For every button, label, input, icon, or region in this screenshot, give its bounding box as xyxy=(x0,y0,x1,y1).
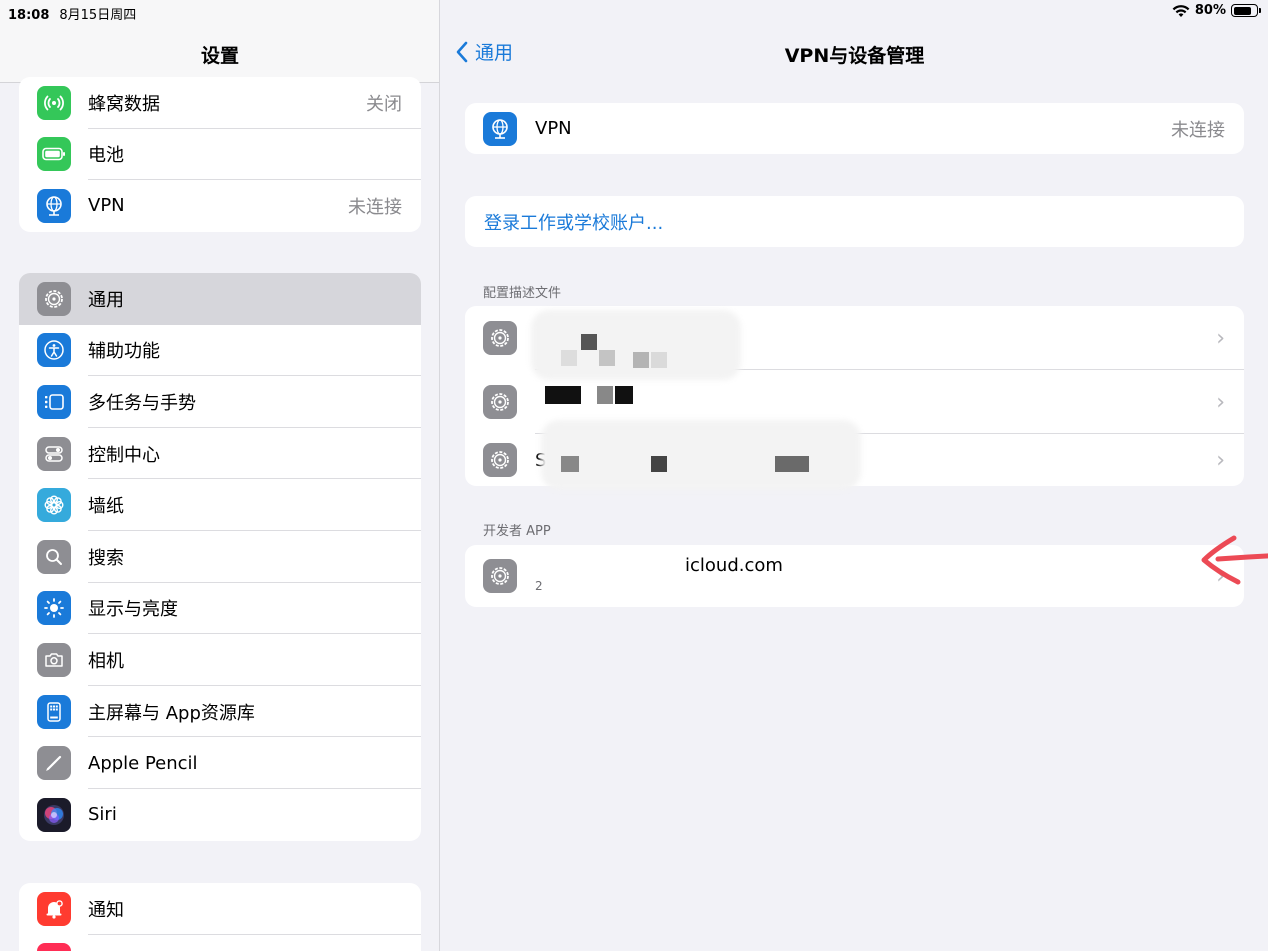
sidebar-item-value: 未连接 xyxy=(348,196,402,218)
sidebar-item-cellular[interactable]: 蜂窝数据 关闭 xyxy=(19,77,421,129)
sidebar-item-label: 搜索 xyxy=(88,547,124,569)
vpn-icon xyxy=(37,188,71,223)
gear-icon xyxy=(483,321,517,355)
sidebar-item-display-brightness[interactable]: 显示与亮度 xyxy=(19,583,421,635)
siri-icon xyxy=(37,797,71,832)
sidebar-item-label: 墙纸 xyxy=(88,496,124,518)
sidebar-item-multitasking[interactable]: 多任务与手势 xyxy=(19,376,421,428)
status-time-date: 18:08 8月15日周四 xyxy=(8,4,136,23)
accessibility-icon xyxy=(37,333,71,368)
sidebar-item-apple-pencil[interactable]: Apple Pencil xyxy=(19,737,421,789)
page-title: VPN与设备管理 xyxy=(784,45,925,67)
developer-section-header: 开发者 APP xyxy=(483,524,551,539)
vpn-status: 未连接 xyxy=(1171,119,1225,141)
login-work-school-link[interactable]: 登录工作或学校账户... xyxy=(465,196,1244,247)
app-icon xyxy=(37,943,71,951)
sidebar-item-label: 主屏幕与 App资源库 xyxy=(88,702,255,724)
brightness-icon xyxy=(37,591,71,626)
cellular-icon xyxy=(37,85,71,120)
bell-icon xyxy=(37,891,71,926)
login-card: 登录工作或学校账户... xyxy=(465,196,1244,247)
wallpaper-icon xyxy=(37,488,71,523)
sidebar-item-general[interactable]: 通用 xyxy=(19,273,421,325)
sidebar-item-label: 电池 xyxy=(88,145,124,167)
search-icon xyxy=(37,539,71,574)
login-link-label: 登录工作或学校账户... xyxy=(484,212,664,234)
sidebar-item-notifications[interactable]: 通知 xyxy=(19,883,421,935)
developer-app-card: icloud.com 2 › xyxy=(465,545,1244,607)
sidebar-item-label: 蜂窝数据 xyxy=(88,93,160,115)
profiles-section-header: 配置描述文件 xyxy=(483,286,562,301)
wifi-icon xyxy=(1172,4,1190,17)
vpn-row[interactable]: VPN 未连接 xyxy=(465,103,1244,154)
sidebar-group-notifications: 通知 xyxy=(19,883,421,951)
sidebar-item-label: Apple Pencil xyxy=(88,752,198,774)
pencil-icon xyxy=(37,746,71,781)
chevron-right-icon: › xyxy=(1216,447,1225,473)
status-indicators: 80% xyxy=(1172,3,1261,18)
sidebar-item-label: VPN xyxy=(88,195,125,217)
sidebar-item-label: 显示与亮度 xyxy=(88,599,178,621)
sidebar-item-label: 通用 xyxy=(88,289,124,311)
status-date: 8月15日周四 xyxy=(59,8,137,23)
redaction-overlay xyxy=(521,310,861,490)
vpn-card: VPN 未连接 xyxy=(465,103,1244,154)
sidebar-item-accessibility[interactable]: 辅助功能 xyxy=(19,325,421,377)
sidebar-item-label: 多任务与手势 xyxy=(88,392,196,414)
sidebar-item-label: 通知 xyxy=(88,899,124,921)
sidebar-item-home-screen[interactable]: 主屏幕与 App资源库 xyxy=(19,686,421,738)
control-center-icon xyxy=(37,436,71,471)
gear-icon xyxy=(483,559,517,593)
chevron-right-icon: › xyxy=(1216,325,1225,351)
annotation-arrow xyxy=(1201,535,1268,585)
battery-percent: 80% xyxy=(1194,3,1226,18)
status-bar: 18:08 8月15日周四 80% xyxy=(0,0,1268,24)
sidebar-title: 设置 xyxy=(200,45,239,67)
vpn-label: VPN xyxy=(535,118,572,139)
battery-icon xyxy=(1231,4,1261,17)
sidebar-item-label: 控制中心 xyxy=(88,444,160,466)
multitasking-icon xyxy=(37,384,71,419)
settings-sidebar: 设置 蜂窝数据 关闭 电池 VPN 未连接 通用 辅助功能 多任务与手势 控制中… xyxy=(0,0,440,951)
sidebar-group-connectivity: 蜂窝数据 关闭 电池 VPN 未连接 xyxy=(19,77,421,232)
detail-pane: 通用 VPN与设备管理 VPN 未连接 登录工作或学校账户... 配置描述文件 … xyxy=(441,0,1268,951)
sidebar-item-search[interactable]: 搜索 xyxy=(19,531,421,583)
camera-icon xyxy=(37,642,71,677)
gear-icon xyxy=(483,443,517,477)
sidebar-item-value: 关闭 xyxy=(366,93,402,115)
gear-icon xyxy=(37,281,71,316)
sidebar-item-label: 辅助功能 xyxy=(88,341,160,363)
sidebar-item-battery[interactable]: 电池 xyxy=(19,129,421,181)
vpn-icon xyxy=(483,111,517,146)
battery-icon xyxy=(37,137,71,172)
sidebar-item-siri[interactable]: Siri xyxy=(19,789,421,841)
home-screen-icon xyxy=(37,694,71,729)
developer-app-name: icloud.com xyxy=(685,555,783,576)
sidebar-item-control-center[interactable]: 控制中心 xyxy=(19,428,421,480)
sidebar-item-next[interactable] xyxy=(19,935,421,951)
developer-app-subtitle: 2 xyxy=(535,579,543,593)
gear-icon xyxy=(483,385,517,419)
sidebar-item-camera[interactable]: 相机 xyxy=(19,634,421,686)
developer-app-row[interactable]: icloud.com 2 › xyxy=(465,545,1244,607)
status-time: 18:08 xyxy=(8,8,50,23)
sidebar-item-label: 相机 xyxy=(88,650,124,672)
sidebar-item-label: Siri xyxy=(88,804,117,826)
sidebar-item-vpn[interactable]: VPN 未连接 xyxy=(19,180,421,232)
chevron-right-icon: › xyxy=(1216,389,1225,415)
sidebar-item-wallpaper[interactable]: 墙纸 xyxy=(19,479,421,531)
sidebar-group-general: 通用 辅助功能 多任务与手势 控制中心 墙纸 搜索 显示与亮度 相机 主屏幕与 … xyxy=(19,273,421,841)
